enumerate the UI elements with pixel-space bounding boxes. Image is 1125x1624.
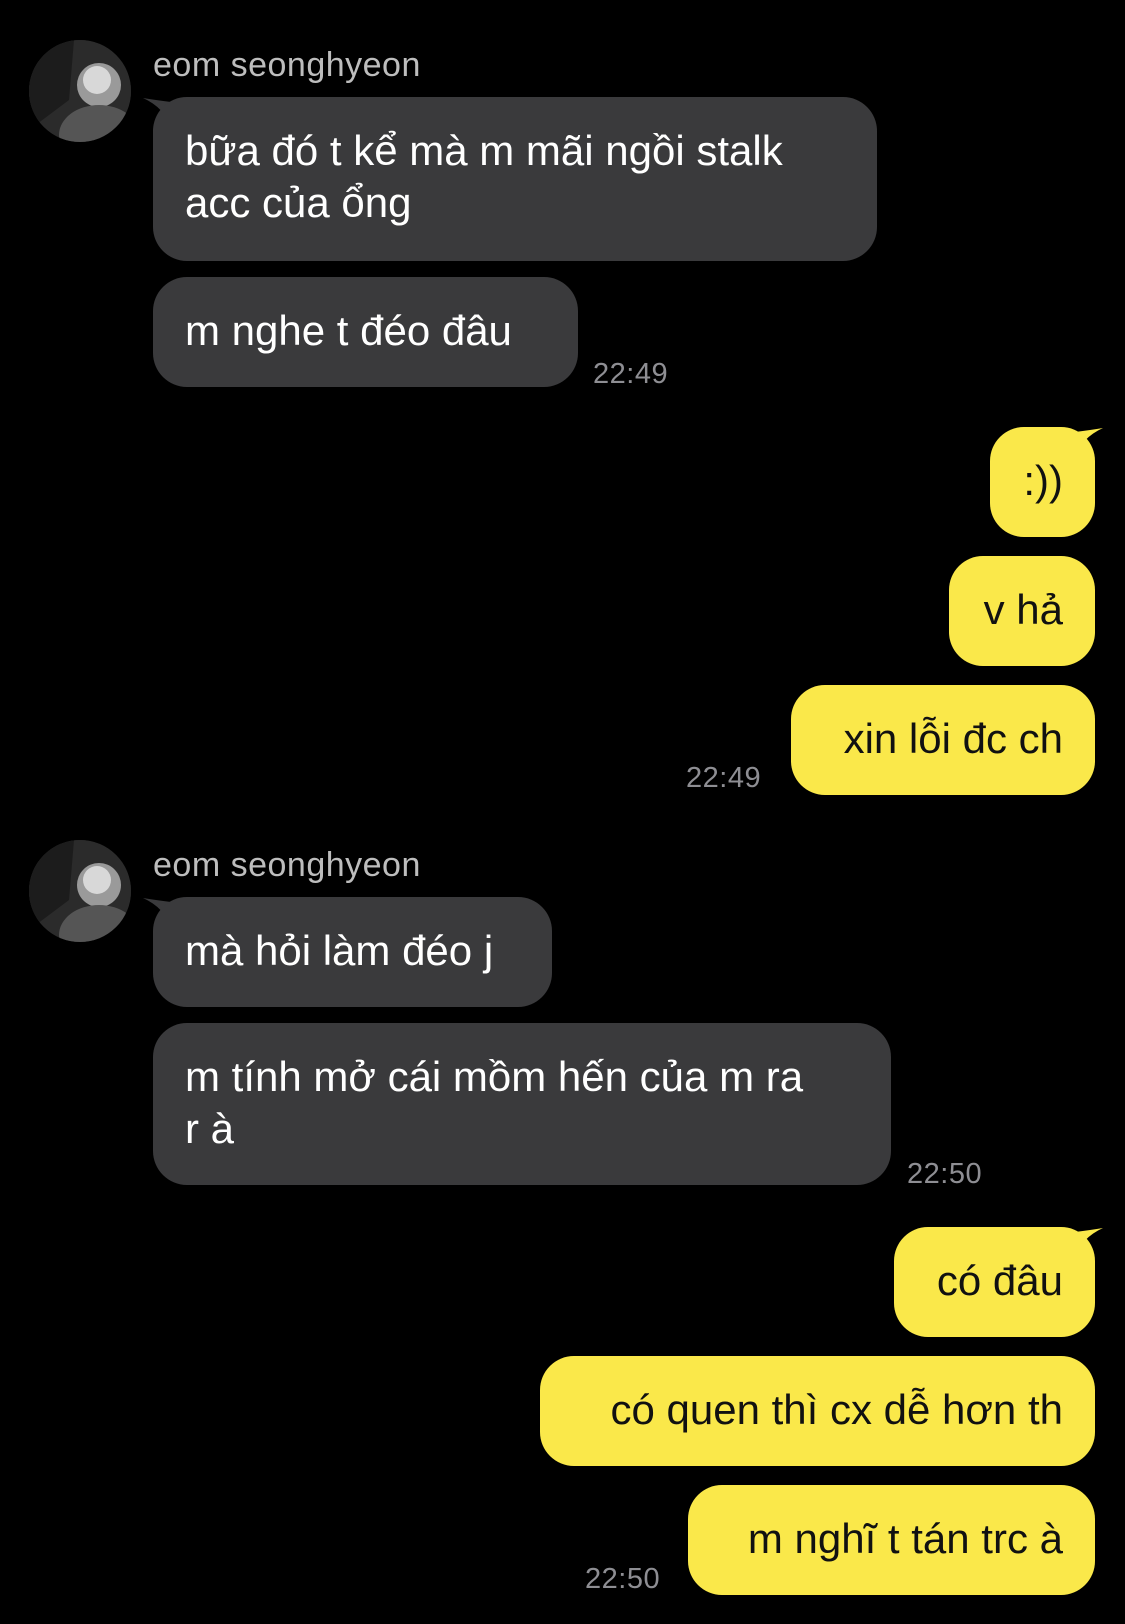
message-timestamp: 22:49: [686, 762, 762, 794]
outgoing-message-bubble[interactable]: có đâu: [894, 1227, 1095, 1337]
outgoing-message-bubble[interactable]: xin lỗi đc ch: [791, 685, 1095, 795]
message-timestamp: 22:50: [585, 1563, 661, 1595]
profile-photo-icon: [29, 40, 131, 142]
outgoing-message-bubble[interactable]: m nghĩ t tán trc à: [688, 1485, 1095, 1595]
outgoing-message-bubble[interactable]: v hả: [949, 556, 1095, 666]
sender-avatar[interactable]: [29, 840, 131, 942]
incoming-message-bubble[interactable]: mà hỏi làm đéo j: [153, 897, 552, 1007]
incoming-message-bubble[interactable]: bữa đó t kể mà m mãi ngồi stalk acc của …: [153, 97, 877, 261]
sender-avatar[interactable]: [29, 40, 131, 142]
message-timestamp: 22:50: [907, 1158, 983, 1190]
sender-name: eom seonghyeon: [153, 46, 421, 84]
incoming-message-bubble[interactable]: m tính mở cái mồm hến của m ra r à: [153, 1023, 891, 1185]
message-timestamp: 22:49: [593, 358, 669, 390]
profile-photo-icon: [29, 840, 131, 942]
outgoing-message-bubble[interactable]: :)): [990, 427, 1095, 537]
outgoing-message-bubble[interactable]: có quen thì cx dễ hơn th: [540, 1356, 1095, 1466]
sender-name: eom seonghyeon: [153, 846, 421, 884]
incoming-message-bubble[interactable]: m nghe t đéo đâu: [153, 277, 578, 387]
